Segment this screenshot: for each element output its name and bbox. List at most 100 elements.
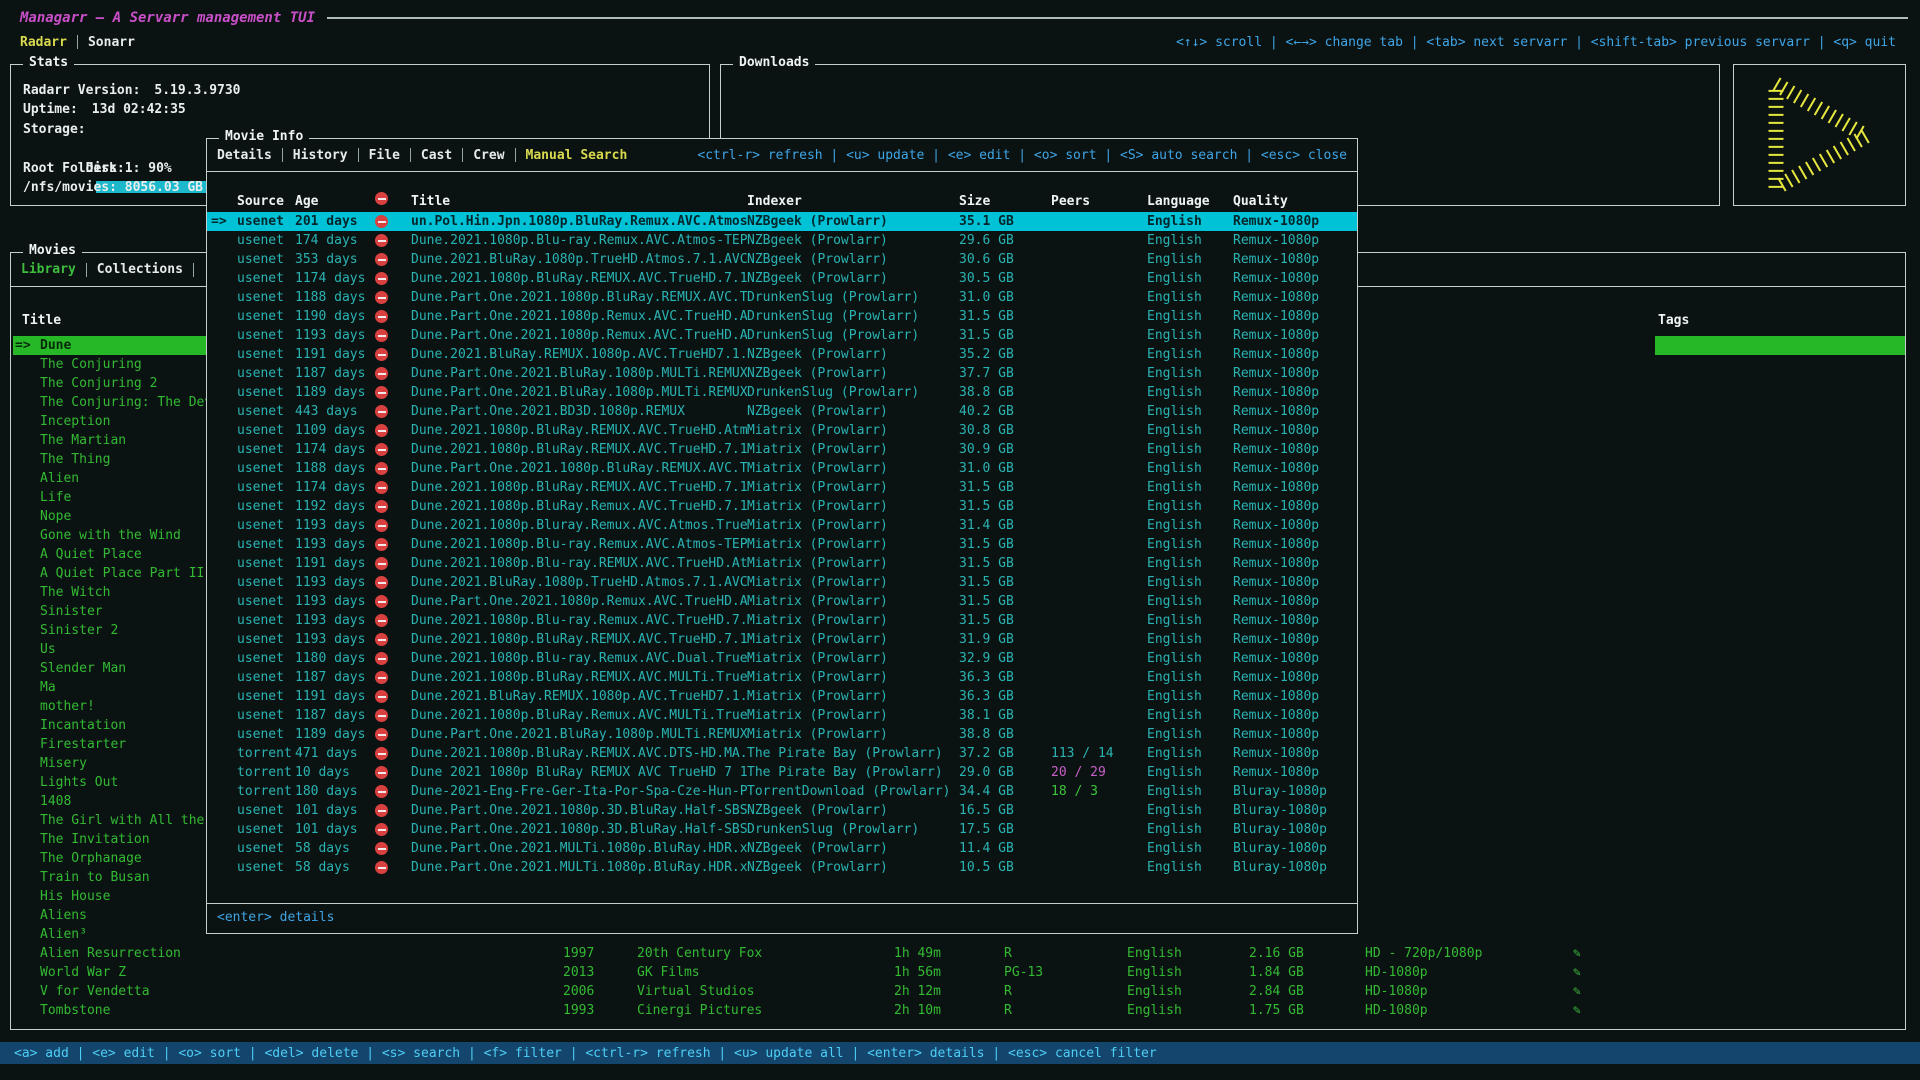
movie-quality: [1365, 716, 1573, 735]
stat-version-label: Radarr Version:: [23, 83, 140, 98]
result-language: English: [1147, 307, 1233, 326]
result-age: 1187 days: [295, 706, 375, 725]
search-result-row[interactable]: usenet 1192 days Dune.2021.1080p.BluRay.…: [207, 497, 1357, 516]
result-title: Dune 2021 1080p BluRay REMUX AVC TrueHD …: [411, 763, 747, 782]
result-size: 31.5 GB: [959, 326, 1051, 345]
search-result-row[interactable]: usenet 1193 days Dune.2021.1080p.Blu-ray…: [207, 535, 1357, 554]
column-header-quality: Quality: [1233, 194, 1357, 209]
result-quality: Remux-1080p: [1233, 725, 1357, 744]
result-indexer: DrunkenSlug (Prowlarr): [747, 307, 959, 326]
rejection-icon: [375, 500, 388, 513]
search-result-row[interactable]: usenet 1174 days Dune.2021.1080p.BluRay.…: [207, 478, 1357, 497]
movie-runtime: 2h 10m: [894, 1001, 1004, 1020]
result-quality: Remux-1080p: [1233, 706, 1357, 725]
result-quality: Remux-1080p: [1233, 250, 1357, 269]
monitored-icon: [1573, 488, 1655, 507]
tab-file[interactable]: File: [369, 148, 400, 163]
result-rejection: [375, 535, 411, 554]
search-result-row[interactable]: torrent 10 days Dune 2021 1080p BluRay R…: [207, 763, 1357, 782]
result-size: 17.5 GB: [959, 820, 1051, 839]
movie-info-modal: Movie Info Details History File Cast Cre…: [206, 138, 1358, 934]
tab-history[interactable]: History: [293, 148, 348, 163]
rejection-icon: [375, 652, 388, 665]
monitored-icon: [1573, 792, 1655, 811]
search-result-row[interactable]: usenet 1189 days Dune.Part.One.2021.BluR…: [207, 725, 1357, 744]
search-result-row[interactable]: usenet 1191 days Dune.2021.1080p.Blu-ray…: [207, 554, 1357, 573]
monitored-icon: [1573, 754, 1655, 773]
rejection-icon: [375, 291, 388, 304]
result-quality: Bluray-1080p: [1233, 820, 1357, 839]
movie-studio: 20th Century Fox: [637, 944, 894, 963]
movie-title: Alien Resurrection: [40, 944, 563, 963]
search-result-row[interactable]: usenet 1174 days Dune.2021.1080p.BluRay.…: [207, 269, 1357, 288]
tab-radarr[interactable]: Radarr: [20, 35, 67, 50]
search-result-row[interactable]: usenet 58 days Dune.Part.One.2021.MULTi.…: [207, 839, 1357, 858]
movie-row[interactable]: Alien Resurrection 1997 20th Century Fox…: [13, 944, 1905, 963]
tab-library[interactable]: Library: [21, 262, 76, 277]
search-result-row[interactable]: usenet 1187 days Dune.Part.One.2021.BluR…: [207, 364, 1357, 383]
search-result-row[interactable]: usenet 1187 days Dune.2021.1080p.BluRay.…: [207, 706, 1357, 725]
search-result-row[interactable]: torrent 180 days Dune-2021-Eng-Fre-Ger-I…: [207, 782, 1357, 801]
search-result-row[interactable]: usenet 1193 days Dune.Part.One.2021.1080…: [207, 326, 1357, 345]
result-indexer: NZBgeek (Prowlarr): [747, 212, 959, 231]
search-result-row[interactable]: => usenet 201 days un.Pol.Hin.Jpn.1080p.…: [207, 212, 1357, 231]
search-result-row[interactable]: usenet 174 days Dune.2021.1080p.Blu-ray.…: [207, 231, 1357, 250]
search-result-row[interactable]: usenet 1193 days Dune.2021.BluRay.1080p.…: [207, 573, 1357, 592]
search-result-row[interactable]: usenet 1193 days Dune.2021.1080p.BluRay.…: [207, 630, 1357, 649]
movie-row[interactable]: V for Vendetta 2006 Virtual Studios 2h 1…: [13, 982, 1905, 1001]
movie-quality: [1365, 792, 1573, 811]
tab-crew[interactable]: Crew: [473, 148, 504, 163]
selection-prefix: [13, 526, 40, 545]
tab-details[interactable]: Details: [217, 148, 272, 163]
search-result-row[interactable]: usenet 1188 days Dune.Part.One.2021.1080…: [207, 459, 1357, 478]
result-size: 30.9 GB: [959, 440, 1051, 459]
result-peers: [1051, 516, 1147, 535]
tab-collections[interactable]: Collections: [97, 262, 183, 277]
monitored-icon: [1573, 374, 1655, 393]
result-language: English: [1147, 801, 1233, 820]
search-result-row[interactable]: usenet 1188 days Dune.Part.One.2021.1080…: [207, 288, 1357, 307]
tab-sonarr[interactable]: Sonarr: [88, 35, 135, 50]
search-result-row[interactable]: torrent 471 days Dune.2021.1080p.BluRay.…: [207, 744, 1357, 763]
search-result-row[interactable]: usenet 1193 days Dune.2021.1080p.Blu-ray…: [207, 611, 1357, 630]
movie-tags: [1655, 374, 1905, 393]
monitored-icon: [1573, 412, 1655, 431]
search-result-row[interactable]: usenet 353 days Dune.2021.BluRay.1080p.T…: [207, 250, 1357, 269]
selection-prefix: [207, 364, 237, 383]
result-rejection: [375, 706, 411, 725]
monitored-icon: [1573, 811, 1655, 830]
result-peers: [1051, 573, 1147, 592]
search-result-row[interactable]: usenet 1193 days Dune.Part.One.2021.1080…: [207, 592, 1357, 611]
movie-tags: [1655, 355, 1905, 374]
result-rejection: [375, 782, 411, 801]
search-result-row[interactable]: usenet 1191 days Dune.2021.BluRay.REMUX.…: [207, 345, 1357, 364]
search-result-row[interactable]: usenet 1191 days Dune.2021.BluRay.REMUX.…: [207, 687, 1357, 706]
result-rejection: [375, 668, 411, 687]
movie-tags: [1655, 868, 1905, 887]
result-size: 35.2 GB: [959, 345, 1051, 364]
result-age: 1192 days: [295, 497, 375, 516]
tab-cast[interactable]: Cast: [421, 148, 452, 163]
result-size: 30.5 GB: [959, 269, 1051, 288]
search-result-row[interactable]: usenet 101 days Dune.Part.One.2021.1080p…: [207, 820, 1357, 839]
tab-manual-search[interactable]: Manual Search: [526, 148, 628, 163]
search-result-row[interactable]: usenet 1189 days Dune.Part.One.2021.BluR…: [207, 383, 1357, 402]
movie-tags: [1655, 678, 1905, 697]
monitored-icon: [1573, 659, 1655, 678]
movie-row[interactable]: World War Z 2013 GK Films 1h 56m PG-13 E…: [13, 963, 1905, 982]
result-title: Dune.Part.One.2021.MULTi.1080p.BluRay.HD…: [411, 839, 747, 858]
search-result-row[interactable]: usenet 101 days Dune.Part.One.2021.1080p…: [207, 801, 1357, 820]
search-result-row[interactable]: usenet 1187 days Dune.2021.1080p.BluRay.…: [207, 668, 1357, 687]
result-language: English: [1147, 668, 1233, 687]
search-result-row[interactable]: usenet 1193 days Dune.2021.1080p.Bluray.…: [207, 516, 1357, 535]
movie-quality: HD-1080p: [1365, 982, 1573, 1001]
search-result-row[interactable]: usenet 58 days Dune.Part.One.2021.MULTi.…: [207, 858, 1357, 877]
search-result-row[interactable]: usenet 1180 days Dune.2021.1080p.Blu-ray…: [207, 649, 1357, 668]
movie-quality: [1365, 754, 1573, 773]
search-result-row[interactable]: usenet 1174 days Dune.2021.1080p.BluRay.…: [207, 440, 1357, 459]
movie-row[interactable]: Tombstone 1993 Cinergi Pictures 2h 10m R…: [13, 1001, 1905, 1020]
search-result-row[interactable]: usenet 1109 days Dune.2021.1080p.BluRay.…: [207, 421, 1357, 440]
search-result-row[interactable]: usenet 443 days Dune.Part.One.2021.BD3D.…: [207, 402, 1357, 421]
search-result-row[interactable]: usenet 1190 days Dune.Part.One.2021.1080…: [207, 307, 1357, 326]
monitored-icon: [1573, 431, 1655, 450]
